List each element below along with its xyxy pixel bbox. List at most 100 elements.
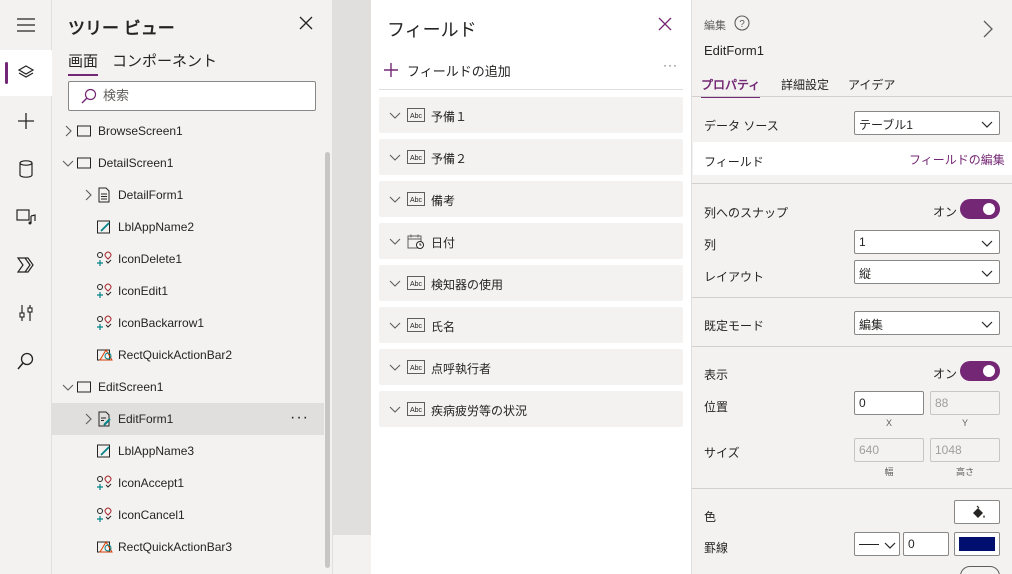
border-width-input[interactable]: 0	[903, 532, 949, 556]
chevron-down-icon[interactable]	[389, 361, 401, 373]
snap-to-columns-state: オン	[933, 205, 958, 219]
tree-item-icondelete1[interactable]: IconDelete1	[52, 243, 324, 275]
tree-item-rectquickactionbar3[interactable]: RectQuickActionBar3	[52, 531, 324, 563]
fields-more-button[interactable]: ···	[663, 58, 678, 72]
tree-item-detailscreen1[interactable]: DetailScreen1	[52, 147, 324, 179]
datasource-dropdown[interactable]: テーブル1	[854, 111, 1000, 135]
svg-text:?: ?	[739, 19, 745, 30]
chevron-down-icon[interactable]	[389, 193, 401, 205]
hamburger-menu-icon[interactable]	[0, 2, 52, 48]
chevron-down-icon[interactable]	[389, 319, 401, 331]
size-label: サイズ	[704, 446, 740, 460]
layout-label: レイアウト	[704, 270, 765, 284]
tree-item-iconedit1[interactable]: IconEdit1	[52, 275, 324, 307]
tree-item-iconaccept1[interactable]: IconAccept1	[52, 467, 324, 499]
chevron-down-icon[interactable]	[389, 277, 401, 289]
field-card[interactable]: Abc 疾病疲労等の状況	[379, 391, 683, 427]
tree-item-editscreen1[interactable]: EditScreen1	[52, 371, 324, 403]
svg-text:Abc: Abc	[410, 407, 423, 414]
edit-fields-link[interactable]: フィールドの編集	[909, 151, 1005, 168]
power-automate-icon[interactable]	[0, 242, 52, 288]
chevron-down-icon[interactable]	[62, 381, 74, 393]
tree-item-label: LblAppName3	[118, 444, 195, 458]
field-card[interactable]: Abc 氏名	[379, 307, 683, 343]
media-icon[interactable]	[0, 194, 52, 240]
tree-item-editform1[interactable]: EditForm1 ···	[52, 403, 324, 435]
tree-item-lblappname3[interactable]: LblAppName3	[52, 435, 324, 467]
layout-dropdown[interactable]: 縦	[854, 260, 1000, 284]
field-label: 氏名	[431, 320, 456, 334]
chevron-down-icon[interactable]	[389, 151, 401, 163]
tab-advanced[interactable]: 詳細設定	[781, 76, 829, 96]
chevron-down-icon[interactable]	[62, 157, 74, 169]
border-color-button[interactable]	[954, 532, 1000, 556]
add-field-label: フィールドの追加	[407, 63, 511, 79]
insert-plus-icon[interactable]	[0, 98, 52, 144]
chevron-right-icon[interactable]	[82, 189, 94, 201]
tree-item-rectquickactionbar2[interactable]: RectQuickActionBar2	[52, 339, 324, 371]
search-icon[interactable]	[0, 338, 52, 384]
chevron-down-icon[interactable]	[389, 109, 401, 121]
position-x-input[interactable]: 0	[854, 391, 924, 415]
canvas-bottom-bar	[333, 535, 371, 574]
height-caption: 高さ	[955, 467, 974, 477]
tab-components[interactable]: コンポーネント	[112, 50, 217, 74]
chevron-down-icon[interactable]	[389, 235, 401, 247]
partial-toggle[interactable]	[960, 566, 1000, 574]
chevron-right-icon[interactable]	[62, 125, 74, 137]
field-card[interactable]: Abc 予備２	[379, 139, 683, 175]
canvas-area[interactable]	[333, 0, 371, 574]
visible-state: オン	[933, 367, 958, 381]
close-icon[interactable]	[298, 15, 316, 33]
control-name[interactable]: EditForm1	[704, 43, 764, 58]
chevron-down-icon[interactable]	[389, 403, 401, 415]
icons-control-icon	[96, 475, 112, 491]
tab-ideas[interactable]: アイデア	[848, 76, 895, 96]
columns-label: 列	[704, 238, 717, 252]
default-mode-dropdown[interactable]: 編集	[854, 311, 1000, 335]
field-card[interactable]: Abc 点呼執行者	[379, 349, 683, 385]
tree-item-iconcancel1[interactable]: IconCancel1	[52, 499, 324, 531]
field-label: 予備２	[431, 152, 468, 166]
fill-color-button[interactable]	[954, 500, 1000, 524]
text-abc-icon: Abc	[407, 108, 425, 122]
tree-item-browsescreen1[interactable]: BrowseScreen1	[52, 115, 324, 147]
chevron-right-icon[interactable]	[82, 413, 94, 425]
help-icon[interactable]: ?	[734, 15, 750, 31]
more-options-button[interactable]: ···	[290, 409, 309, 427]
snap-to-columns-label: 列へのスナップ	[704, 206, 789, 220]
tree-item-label: DetailForm1	[118, 188, 184, 202]
tab-screens[interactable]: 画面	[68, 50, 99, 76]
tree-item-lblappname2[interactable]: LblAppName2	[52, 211, 324, 243]
line-style-sample	[859, 544, 879, 545]
tab-properties[interactable]: プロパティ	[701, 76, 761, 98]
tree-item-detailform1[interactable]: DetailForm1	[52, 179, 324, 211]
tree-item-iconbackarrow1[interactable]: IconBackarrow1	[52, 307, 324, 339]
chevron-down-icon	[981, 118, 993, 130]
add-field-button[interactable]: フィールドの追加	[383, 58, 511, 82]
field-card[interactable]: 日付	[379, 223, 683, 259]
left-rail	[0, 0, 52, 574]
field-card[interactable]: Abc 検知器の使用	[379, 265, 683, 301]
close-icon[interactable]	[658, 17, 674, 33]
border-label: 罫線	[704, 541, 729, 555]
advanced-tools-icon[interactable]	[0, 290, 52, 336]
field-card[interactable]: Abc 予備１	[379, 97, 683, 133]
data-database-icon[interactable]	[0, 146, 52, 192]
tree-view-title: ツリー ビュー	[68, 19, 175, 38]
properties-panel: 編集 ? EditForm1 プロパティ 詳細設定 アイデア データ ソース テ…	[691, 0, 1012, 574]
border-style-dropdown[interactable]	[854, 532, 900, 556]
width-caption: 幅	[884, 467, 894, 477]
text-abc-icon: Abc	[407, 402, 425, 416]
tree-scrollbar[interactable]	[325, 152, 330, 568]
snap-to-columns-toggle[interactable]	[960, 199, 1000, 219]
form-icon	[96, 187, 112, 203]
visible-toggle[interactable]	[960, 361, 1000, 381]
tree-search-box[interactable]	[68, 81, 316, 111]
field-card[interactable]: Abc 備考	[379, 181, 683, 217]
tree-view-layers-icon[interactable]	[0, 50, 52, 96]
search-input[interactable]	[103, 88, 303, 103]
columns-dropdown[interactable]: 1	[854, 230, 1000, 254]
chevron-right-icon[interactable]	[982, 20, 996, 38]
border-color-swatch	[959, 537, 995, 551]
